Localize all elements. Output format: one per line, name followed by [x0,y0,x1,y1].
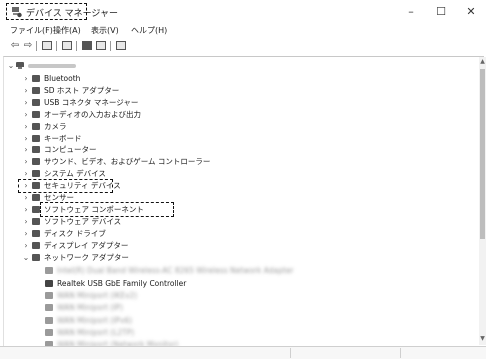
menu-bar: ファイル(F) 操作(A) 表示(V) ヘルプ(H) [0,24,486,38]
status-divider [290,348,291,358]
status-bar [0,346,486,359]
network-adapter-label: WAN Miniport (Network Monitor) [57,340,179,346]
network-adapter-label: WAN Miniport (IPv6) [57,315,133,325]
toolbar-separator [76,41,77,51]
chevron-down-icon[interactable]: ⌄ [7,59,15,72]
network-card-icon [45,292,53,299]
software-component-icon [32,205,40,213]
disk-drive-icon [32,229,40,237]
network-adapter-label: WAN Miniport (L2TP) [57,327,135,337]
bluetooth-icon [32,75,40,82]
chevron-down-icon[interactable]: ⌄ [22,251,30,264]
network-card-icon [45,304,53,312]
network-adapter-label: WAN Miniport (IP) [57,303,123,313]
device-manager-window: デバイス マネージャー – ☐ ✕ ファイル(F) 操作(A) 表示(V) ヘル… [0,0,486,359]
help-icon[interactable] [82,41,92,50]
display-adapter-icon [32,241,40,249]
device-tree: ⌄ › Bluetooth › SD ホスト アダプター › USB コネクタ マネージャ… [3,56,484,346]
usb-connector-icon [32,98,40,106]
sd-host-icon [32,86,40,94]
scroll-up-icon[interactable]: ▲ [479,58,486,65]
scroll-down-icon[interactable]: ▼ [479,335,486,342]
network-card-icon [45,328,53,336]
network-adapter-item[interactable]: WAN Miniport (IPv6) [4,314,474,327]
close-button[interactable]: ✕ [456,4,486,20]
network-adapter-item[interactable]: WAN Miniport (Network Monitor) [4,338,474,346]
root-label-blurred [28,64,76,68]
maximize-button[interactable]: ☐ [426,4,456,20]
menu-action[interactable]: 操作(A) [53,25,81,36]
toolbar: ⇦ ⇨ [0,39,486,54]
tree-category-label: ネットワーク アダプター [44,252,129,262]
network-adapter-item[interactable]: WAN Miniport (IKEv2) [4,289,474,302]
network-adapter-label: WAN Miniport (IKEv2) [57,291,138,300]
toolbar-separator [36,41,37,51]
title-highlight-box [6,3,87,20]
sensor-icon [32,194,40,201]
tree-category[interactable]: ⌄ ネットワーク アダプター [4,251,474,264]
menu-help[interactable]: ヘルプ(H) [131,25,167,36]
minimize-button[interactable]: – [396,4,426,20]
network-adapter-item[interactable]: WAN Miniport (L2TP) [4,326,474,339]
system-device-icon [32,170,40,178]
network-adapter-highlight-box [18,179,113,193]
network-card-icon [45,316,53,324]
menu-file[interactable]: ファイル(F) [10,25,53,36]
network-card-icon [45,279,53,287]
toolbar-separator [110,41,111,51]
title-bar: デバイス マネージャー – ☐ ✕ [0,0,486,24]
menu-view[interactable]: 表示(V) [91,25,119,36]
network-adapter-label: Intel(R) Dual Band Wireless-AC 8265 Wire… [57,266,294,276]
keyboard-icon [32,134,40,142]
camera-icon [32,122,40,130]
network-adapter-item[interactable]: WAN Miniport (IP) [4,301,474,314]
computer-icon [32,146,40,154]
computer-root-icon [16,62,24,69]
forward-arrow-icon[interactable]: ⇨ [22,40,34,52]
sound-icon [32,158,40,166]
toolbar-separator [56,41,57,51]
tree-root[interactable]: ⌄ [4,59,474,72]
device-list-icon[interactable] [42,41,52,50]
status-divider [400,348,401,358]
scroll-thumb[interactable] [480,69,485,239]
network-adapter-label: Realtek USB GbE Family Controller [57,278,187,288]
back-arrow-icon[interactable]: ⇦ [9,40,21,52]
properties-icon[interactable] [62,41,72,50]
network-adapter-item[interactable]: Intel(R) Dual Band Wireless-AC 8265 Wire… [4,264,474,277]
realtek-highlight-box [40,202,174,217]
audio-icon [32,110,40,118]
network-adapter-item[interactable]: Realtek USB GbE Family Controller [4,277,474,290]
software-device-icon [32,217,40,225]
view-resources-icon[interactable] [96,41,106,50]
network-card-icon [45,267,53,275]
network-adapter-icon [32,253,40,261]
vertical-scrollbar[interactable]: ▲ ▼ [479,57,486,345]
monitor-icon[interactable] [116,41,126,50]
